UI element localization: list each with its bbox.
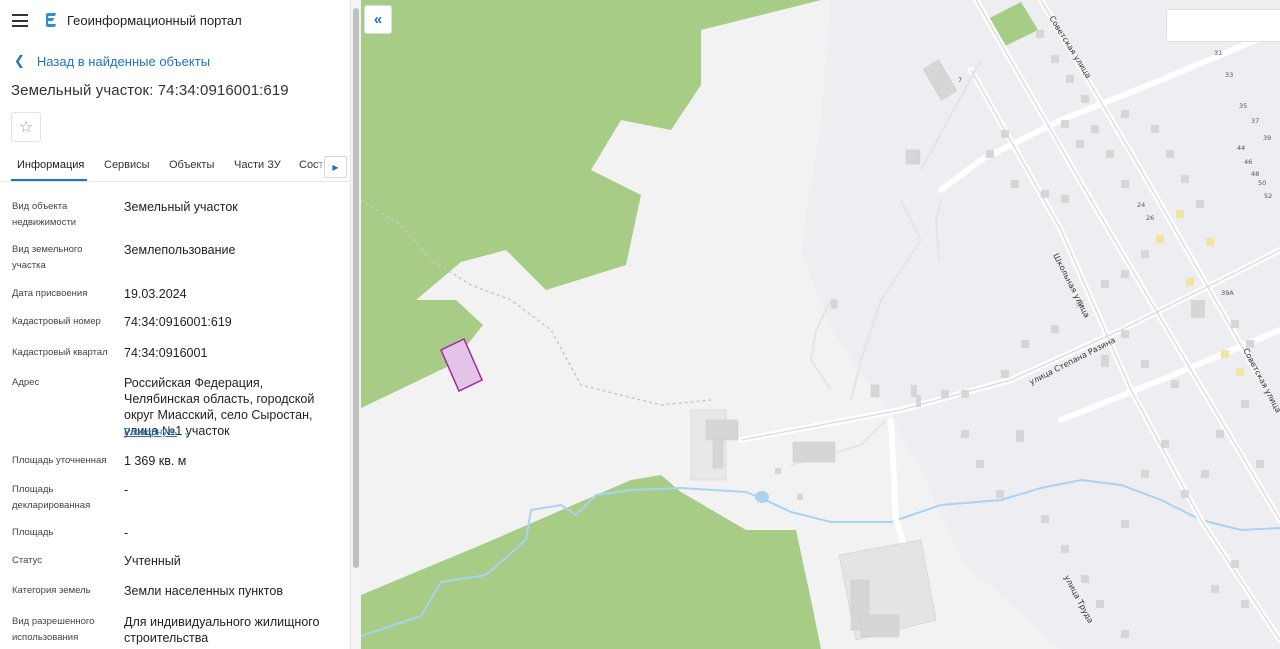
map-search-box[interactable]: [1166, 9, 1280, 42]
house-number: 37: [1251, 117, 1259, 125]
attr-label-object-type: Вид объекта недвижимости: [12, 201, 77, 228]
attr-label-address: Адрес: [12, 377, 40, 388]
attr-label-status: Статус: [12, 555, 43, 566]
chevron-down-icon: ⌄: [183, 427, 191, 437]
collapse-panel-button[interactable]: «: [364, 5, 392, 34]
back-to-results-link[interactable]: ❮ Назад в найденные объекты: [14, 53, 210, 69]
menu-icon[interactable]: [12, 14, 28, 27]
house-number: 33: [1225, 71, 1233, 79]
attr-value-land-category: Земли населенных пунктов: [124, 584, 283, 598]
house-number: 31: [1214, 49, 1222, 57]
building: [860, 614, 900, 638]
panel-scrollbar[interactable]: [350, 0, 360, 649]
back-link-label: Назад в найденные объекты: [36, 53, 211, 69]
attr-value-parcel-type: Землепользование: [124, 243, 236, 257]
attr-label-land-category: Категория земель: [12, 585, 91, 596]
attr-value-cadastral-number: 74:34:0916001:619: [124, 315, 232, 329]
attr-value-cadastral-quarter: 74:34:0916001: [124, 346, 208, 360]
tab-objects[interactable]: Объекты: [169, 159, 214, 171]
house-number: 39: [1263, 134, 1271, 142]
tab-services[interactable]: Сервисы: [104, 159, 150, 171]
attr-label-permitted-use: Вид разрешенного использования: [12, 616, 95, 643]
attr-value-status: Учтенный: [124, 554, 181, 568]
active-tab-indicator: [11, 179, 87, 181]
attr-label-cadastral-quarter: Кадастровый квартал: [12, 347, 108, 358]
attr-value-area-declared: -: [124, 483, 129, 497]
info-panel: Геоинформационный портал ❮ Назад в найде…: [0, 0, 350, 649]
house-number: 24: [1137, 201, 1145, 209]
page-title: Земельный участок: 74:34:0916001:619: [11, 82, 289, 99]
house-number: 46: [1244, 158, 1252, 166]
attr-label-parcel-type: Вид земельного участка: [12, 244, 83, 271]
house-number: 52: [1264, 192, 1272, 200]
house-number: 44: [1237, 144, 1245, 152]
house-number: 39А: [1221, 289, 1234, 297]
building: [705, 419, 739, 441]
house-number: 26: [1146, 214, 1154, 222]
attr-value-area-specified: 1 369 кв. м: [124, 454, 187, 468]
house-number: 50: [1258, 179, 1266, 187]
house-number: 48: [1251, 170, 1259, 178]
tabs-scroll-right-button[interactable]: ▶: [324, 156, 347, 178]
panel-scrollbar-thumb[interactable]: [353, 8, 359, 568]
attr-label-assign-date: Дата присвоения: [12, 288, 88, 299]
star-icon: ☆: [18, 119, 34, 136]
house-number: 35: [1239, 102, 1247, 110]
attr-label-area-specified: Площадь уточненная: [12, 455, 107, 466]
map-svg: Советская улица Школьная улица улица Сте…: [361, 0, 1280, 649]
house-number: 7: [958, 76, 962, 84]
app-header: Геоинформационный портал: [0, 0, 350, 40]
building: [712, 439, 724, 469]
attr-value-permitted-use: Для индивидуального жилищного строительс…: [124, 615, 320, 645]
portal-logo-icon: [46, 13, 56, 27]
chevron-left-icon: ❮: [14, 53, 25, 68]
attr-label-area-declared: Площадь декларированная: [12, 484, 91, 511]
building: [792, 441, 836, 463]
attr-value-assign-date: 19.03.2024: [124, 287, 187, 301]
expand-address-link[interactable]: Развернуть ⌄: [124, 427, 191, 438]
double-chevron-left-icon: «: [373, 11, 383, 28]
attr-value-area: -: [124, 526, 129, 540]
map-canvas[interactable]: Советская улица Школьная улица улица Сте…: [361, 0, 1280, 649]
favorite-button[interactable]: ☆: [11, 112, 41, 142]
attr-value-object-type: Земельный участок: [124, 200, 238, 214]
attr-label-area: Площадь: [12, 527, 54, 538]
app-title: Геоинформационный портал: [67, 13, 242, 28]
tab-parts[interactable]: Части ЗУ: [234, 159, 281, 171]
tab-bar: Информация Сервисы Объекты Части ЗУ Сост…: [0, 150, 350, 182]
attr-label-cadastral-number: Кадастровый номер: [12, 316, 101, 327]
expand-link-label: Развернуть: [124, 427, 178, 438]
tab-information[interactable]: Информация: [17, 159, 84, 171]
chevron-right-icon: ▶: [332, 162, 339, 172]
